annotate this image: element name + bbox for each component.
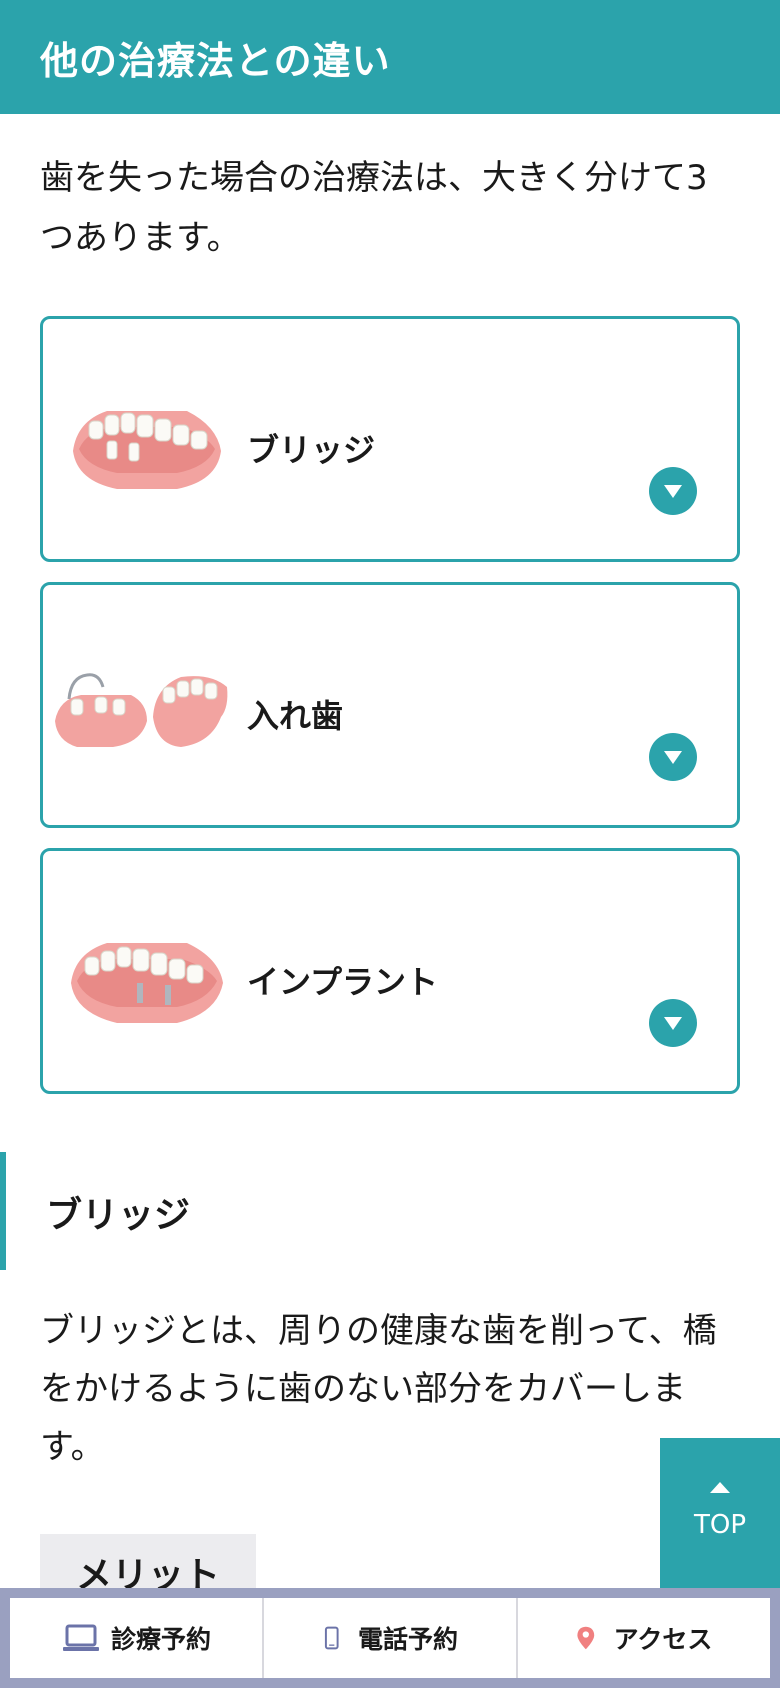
back-to-top-button[interactable]: TOP	[660, 1438, 780, 1590]
bottom-nav-inner: 診療予約 電話予約 アクセス	[10, 1598, 770, 1678]
section-body-text: ブリッジとは、周りの健康な歯を削って、橋をかけるように歯のない部分をカバーします…	[40, 1311, 717, 1467]
chevron-down-icon[interactable]	[649, 999, 697, 1047]
bridge-teeth-image	[73, 411, 221, 489]
card-label: ブリッジ	[247, 431, 376, 469]
nav-label: 診療予約	[110, 1625, 211, 1654]
implant-teeth-image	[71, 943, 223, 1023]
nav-label: 電話予約	[357, 1625, 458, 1654]
nav-label: アクセス	[613, 1625, 713, 1654]
nav-item-phone-booking[interactable]: 電話予約	[264, 1598, 518, 1678]
accordion-card-bridge[interactable]: ブリッジ	[40, 316, 740, 562]
card-label: インプラント	[247, 963, 439, 1001]
card-label: 入れ歯	[247, 697, 344, 735]
denture-teeth-image	[55, 673, 228, 747]
chevron-down-icon[interactable]	[649, 733, 697, 781]
bottom-nav: 診療予約 電話予約 アクセス	[0, 1588, 780, 1688]
nav-item-access[interactable]: アクセス	[518, 1598, 770, 1678]
chevron-down-icon[interactable]	[649, 467, 697, 515]
accordion-card-implant[interactable]: インプラント	[40, 848, 740, 1094]
laptop-icon	[62, 1624, 99, 1651]
caret-up-icon	[710, 1482, 730, 1493]
smartphone-icon	[324, 1626, 339, 1650]
section-accent-bar	[0, 1152, 6, 1270]
top-button-label: TOP	[693, 1510, 747, 1540]
map-pin-icon	[577, 1626, 594, 1650]
accordion-card-denture[interactable]: 入れ歯	[40, 582, 740, 828]
section-title: ブリッジ	[46, 1195, 191, 1236]
intro-text: 歯を失った場合の治療法は、大きく分けて3つあります。	[40, 158, 708, 258]
page-title: 他の治療法との違い	[40, 39, 391, 83]
page-header: 他の治療法との違い	[0, 0, 780, 114]
nav-item-consultation-booking[interactable]: 診療予約	[10, 1598, 264, 1678]
